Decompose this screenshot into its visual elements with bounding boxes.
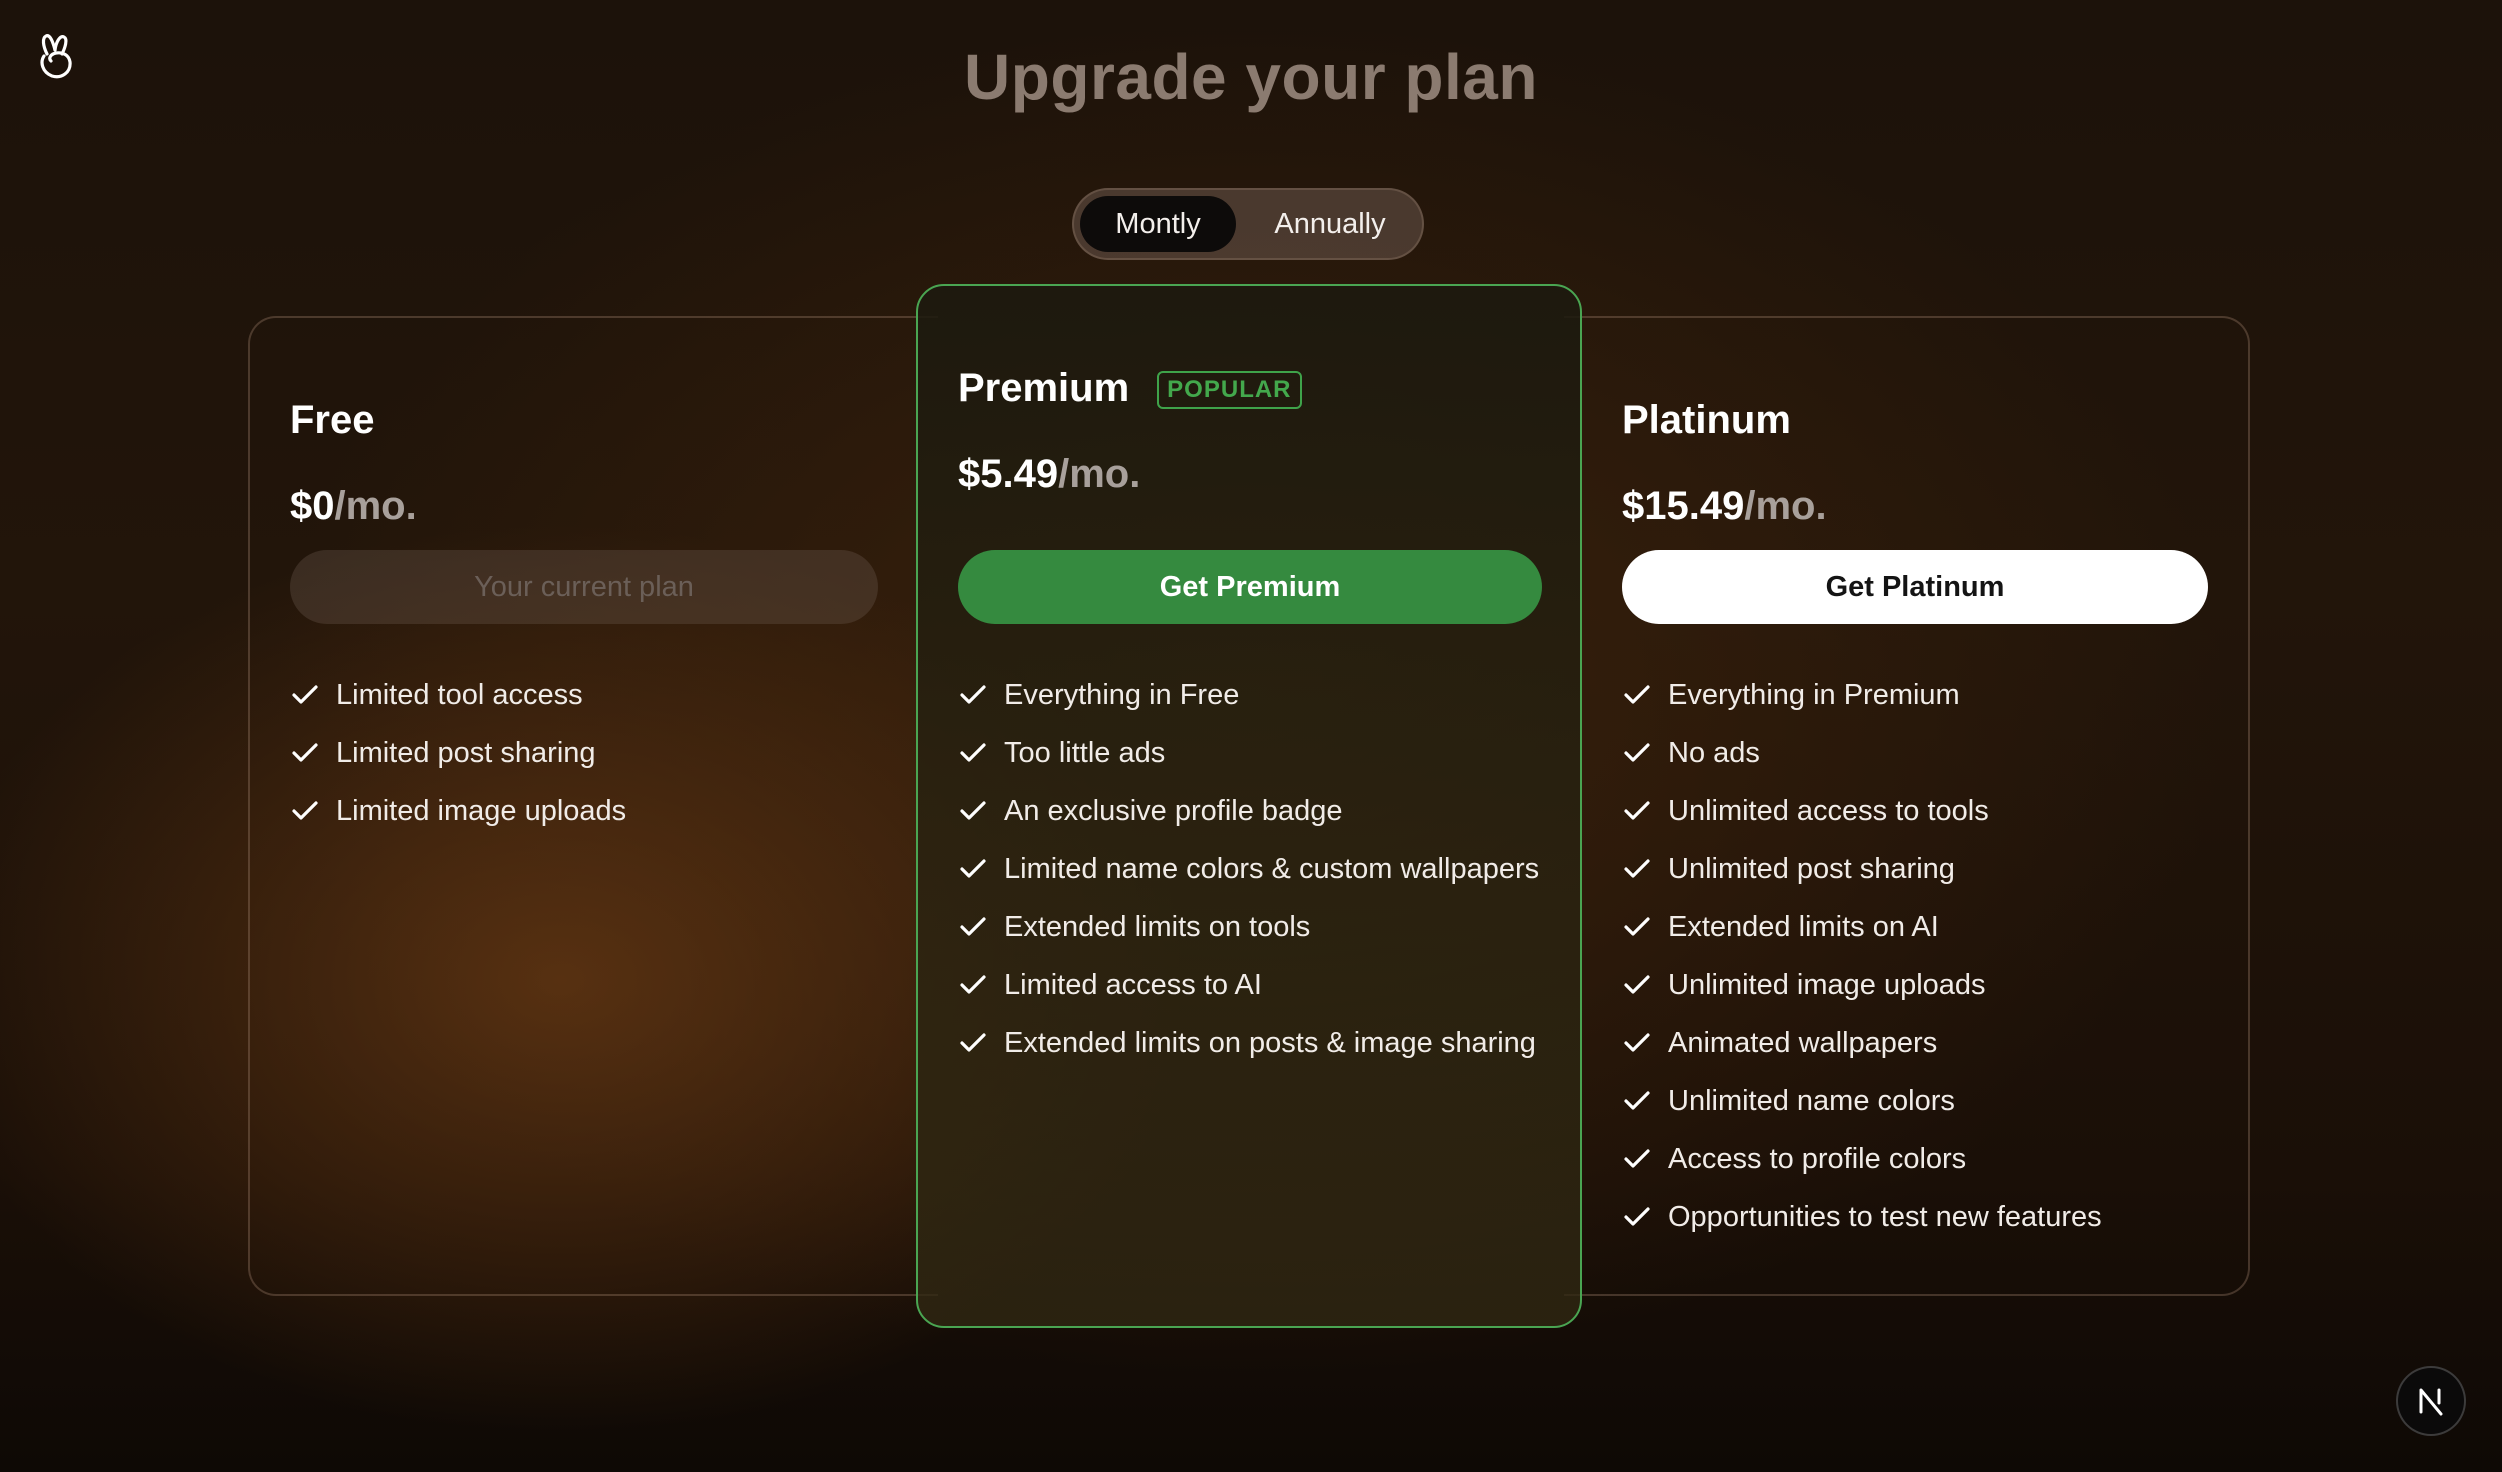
feature-label: An exclusive profile badge [1004, 794, 1343, 827]
check-icon [1624, 917, 1650, 936]
feature-item: Unlimited name colors [1622, 1072, 2102, 1130]
feature-label: Extended limits on posts & image sharing [1004, 1026, 1536, 1059]
toggle-option-annually[interactable]: Annually [1242, 196, 1418, 252]
plan-card-free: Free $0/mo. Your current plan Limited to… [248, 316, 938, 1296]
check-icon [960, 1033, 986, 1052]
check-icon [1624, 1207, 1650, 1226]
feature-label: Extended limits on tools [1004, 910, 1311, 943]
feature-item: Everything in Premium [1622, 666, 2102, 724]
get-premium-button[interactable]: Get Premium [958, 550, 1542, 624]
plan-price: $5.49/mo. [958, 452, 1140, 497]
price-amount: $5.49 [958, 452, 1059, 496]
check-icon [292, 685, 318, 704]
plan-name: Platinum [1622, 398, 1791, 442]
feature-item: Unlimited image uploads [1622, 956, 2102, 1014]
feature-item: Opportunities to test new features [1622, 1188, 2102, 1246]
billing-period-toggle: Montly Annually [1072, 188, 1424, 260]
feature-label: Extended limits on AI [1668, 910, 1939, 943]
feature-label: Access to profile colors [1668, 1142, 1967, 1175]
popular-badge: POPULAR [1157, 370, 1302, 409]
feature-item: Extended limits on posts & image sharing [958, 1014, 1539, 1072]
feature-label: Limited access to AI [1004, 968, 1262, 1001]
plan-price: $15.49/mo. [1622, 484, 1827, 529]
feature-list: Limited tool access Limited post sharing… [290, 666, 626, 840]
feature-item: Limited post sharing [290, 724, 626, 782]
plan-card-premium: Premium POPULAR $5.49/mo. Get Premium Ev… [916, 284, 1582, 1328]
feature-label: Unlimited name colors [1668, 1084, 1955, 1117]
feature-item: Limited tool access [290, 666, 626, 724]
check-icon [292, 743, 318, 762]
feature-label: Animated wallpapers [1668, 1026, 1938, 1059]
check-icon [960, 917, 986, 936]
price-unit: /mo. [1744, 484, 1827, 528]
check-icon [292, 801, 318, 820]
check-icon [1624, 1033, 1650, 1052]
feature-label: Everything in Premium [1668, 678, 1960, 711]
feature-label: Opportunities to test new features [1668, 1200, 2102, 1233]
check-icon [960, 859, 986, 878]
check-icon [960, 975, 986, 994]
check-icon [1624, 685, 1650, 704]
feature-item: Limited image uploads [290, 782, 626, 840]
feature-label: Unlimited access to tools [1668, 794, 1989, 827]
feature-item: Extended limits on AI [1622, 898, 2102, 956]
price-unit: /mo. [334, 484, 417, 528]
check-icon [1624, 801, 1650, 820]
feature-label: Unlimited post sharing [1668, 852, 1955, 885]
feature-label: No ads [1668, 736, 1760, 769]
feature-list: Everything in Premium No ads Unlimited a… [1622, 666, 2102, 1246]
page-title: Upgrade your plan [964, 41, 1538, 113]
feature-item: Limited name colors & custom wallpapers [958, 840, 1539, 898]
feature-item: Too little ads [958, 724, 1539, 782]
feature-label: Limited tool access [336, 678, 583, 711]
feature-label: Limited post sharing [336, 736, 596, 769]
feature-item: Limited access to AI [958, 956, 1539, 1014]
price-unit: /mo. [1058, 452, 1141, 496]
feature-item: Access to profile colors [1622, 1130, 2102, 1188]
plan-card-platinum: Platinum $15.49/mo. Get Platinum Everyth… [1564, 316, 2250, 1296]
feature-item: No ads [1622, 724, 2102, 782]
check-icon [1624, 859, 1650, 878]
check-icon [960, 801, 986, 820]
feature-item: An exclusive profile badge [958, 782, 1539, 840]
nextjs-n-icon[interactable] [2396, 1366, 2466, 1436]
feature-item: Everything in Free [958, 666, 1539, 724]
price-amount: $15.49 [1622, 484, 1745, 528]
feature-label: Too little ads [1004, 736, 1166, 769]
price-amount: $0 [290, 484, 335, 528]
check-icon [1624, 1091, 1650, 1110]
feature-item: Animated wallpapers [1622, 1014, 2102, 1072]
feature-list: Everything in Free Too little ads An exc… [958, 666, 1539, 1072]
check-icon [1624, 975, 1650, 994]
check-icon [1624, 743, 1650, 762]
check-icon [960, 685, 986, 704]
feature-item: Extended limits on tools [958, 898, 1539, 956]
feature-label: Limited image uploads [336, 794, 627, 827]
feature-label: Unlimited image uploads [1668, 968, 1986, 1001]
plan-price: $0/mo. [290, 484, 417, 529]
feature-item: Unlimited access to tools [1622, 782, 2102, 840]
feature-label: Limited name colors & custom wallpapers [1004, 852, 1540, 885]
get-platinum-button[interactable]: Get Platinum [1622, 550, 2208, 624]
check-icon [1624, 1149, 1650, 1168]
plan-name: Premium [958, 366, 1130, 410]
current-plan-button[interactable]: Your current plan [290, 550, 878, 624]
check-icon [960, 743, 986, 762]
feature-item: Unlimited post sharing [1622, 840, 2102, 898]
plan-name: Free [290, 398, 375, 442]
toggle-option-monthly[interactable]: Montly [1080, 196, 1236, 252]
feature-label: Everything in Free [1004, 678, 1240, 711]
